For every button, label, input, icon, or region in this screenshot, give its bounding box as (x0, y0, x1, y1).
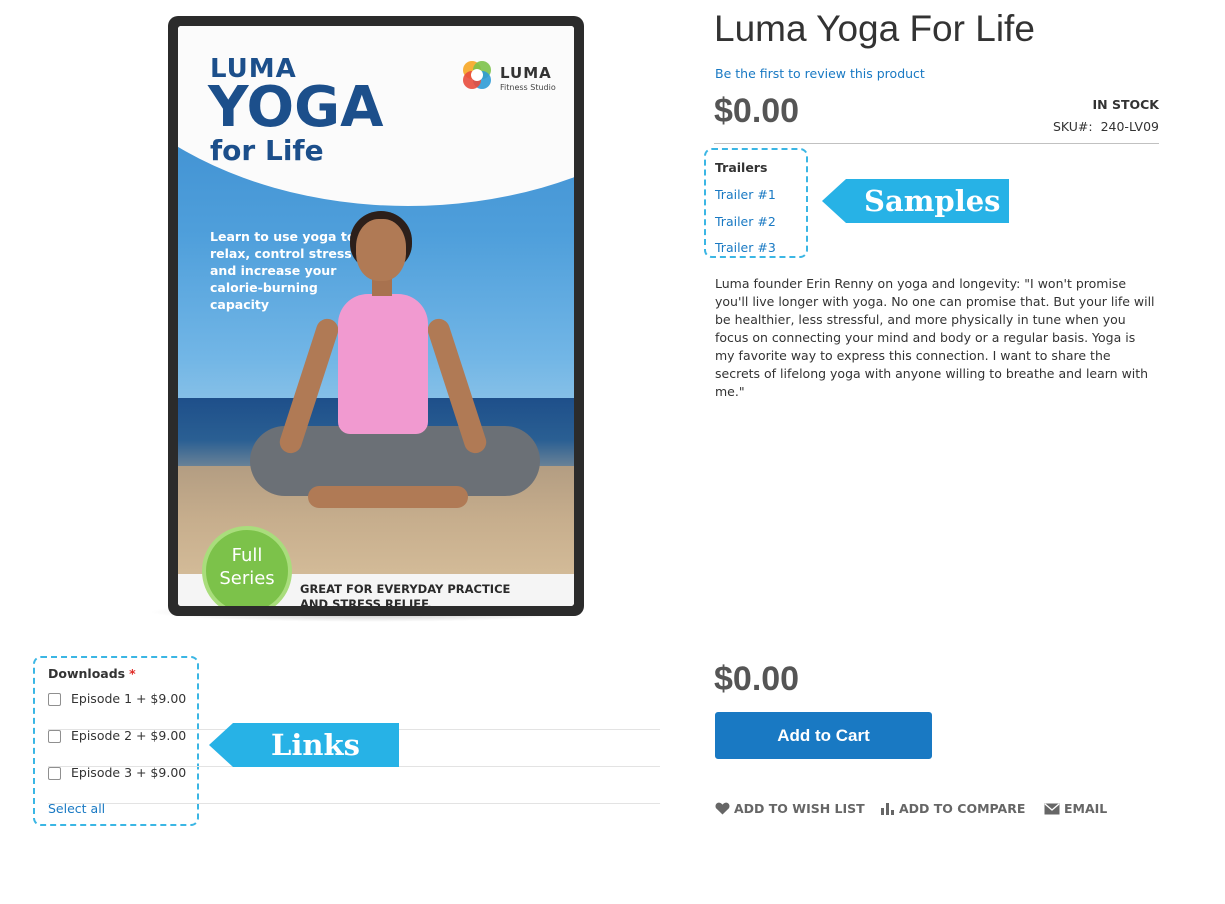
info-divider (714, 143, 1159, 144)
links-callout: Links (209, 723, 399, 767)
review-link[interactable]: Be the first to review this product (715, 66, 925, 81)
sample-link-1[interactable]: Trailer #1 (715, 187, 776, 202)
add-to-wishlist-link[interactable]: ADD TO WISH LIST (715, 800, 865, 816)
figure-feet (308, 486, 468, 508)
add-to-compare-link[interactable]: ADD TO COMPARE (880, 800, 1025, 816)
luma-logo-icon (463, 61, 491, 89)
email-label: EMAIL (1064, 801, 1108, 816)
dvd-cover: LUMA YOGA for Life LUMA Fitness Studio L… (178, 26, 574, 606)
select-all-link[interactable]: Select all (48, 801, 105, 816)
download-label-2[interactable]: Episode 2 + $9.00 (71, 728, 186, 743)
wishlist-label: ADD TO WISH LIST (734, 801, 865, 816)
sample-link-3[interactable]: Trailer #3 (715, 240, 776, 255)
sku-line: SKU#: 240-LV09 (960, 119, 1159, 134)
heart-icon (715, 802, 730, 815)
product-price: $0.00 (714, 92, 800, 130)
downloads-title: Downloads * (48, 666, 136, 681)
envelope-icon (1044, 802, 1060, 814)
download-checkbox-1[interactable] (48, 693, 61, 706)
compare-icon (881, 803, 894, 815)
cover-footer-text: GREAT FOR EVERYDAY PRACTICE AND STRESS R… (300, 582, 510, 606)
product-description: Luma founder Erin Renny on yoga and long… (715, 276, 1155, 399)
downloads-title-text: Downloads (48, 666, 126, 681)
cover-title-yoga: YOGA (208, 75, 384, 140)
cover-footer-line-2: AND STRESS RELIEF. (300, 597, 432, 606)
cover-footer-line-1: GREAT FOR EVERYDAY PRACTICE (300, 582, 511, 596)
download-checkbox-3[interactable] (48, 767, 61, 780)
product-title: Luma Yoga For Life (714, 8, 1035, 49)
badge-line-1: Full (231, 545, 263, 566)
sample-link-2[interactable]: Trailer #2 (715, 214, 776, 229)
cover-brand-name: LUMA (500, 64, 552, 82)
cover-title-for-life: for Life (210, 134, 324, 167)
figure-torso (338, 294, 428, 434)
full-series-badge: Full Series (202, 526, 292, 606)
email-link[interactable]: EMAIL (1044, 800, 1107, 816)
cover-brand-subtitle: Fitness Studio (500, 83, 556, 92)
full-series-badge-text: Full Series (206, 544, 288, 590)
stock-status: IN STOCK (1092, 97, 1159, 112)
sku-value: 240-LV09 (1100, 119, 1159, 134)
download-label-3[interactable]: Episode 3 + $9.00 (71, 765, 186, 780)
download-label-1[interactable]: Episode 1 + $9.00 (71, 691, 186, 706)
add-to-cart-button[interactable]: Add to Cart (715, 712, 932, 759)
sku-label: SKU#: (1052, 119, 1093, 134)
required-mark: * (129, 666, 136, 681)
final-price: $0.00 (714, 660, 800, 698)
download-checkbox-2[interactable] (48, 730, 61, 743)
figure-head (356, 219, 406, 281)
download-option[interactable]: Episode 3 + $9.00 (48, 765, 660, 804)
samples-title: Trailers (715, 160, 768, 175)
badge-line-2: Series (219, 568, 275, 589)
compare-label: ADD TO COMPARE (899, 801, 1026, 816)
product-image[interactable]: LUMA YOGA for Life LUMA Fitness Studio L… (148, 14, 588, 626)
cover-tagline: Learn to use yoga to relax, control stre… (210, 229, 356, 312)
samples-callout: Samples (822, 179, 1009, 223)
